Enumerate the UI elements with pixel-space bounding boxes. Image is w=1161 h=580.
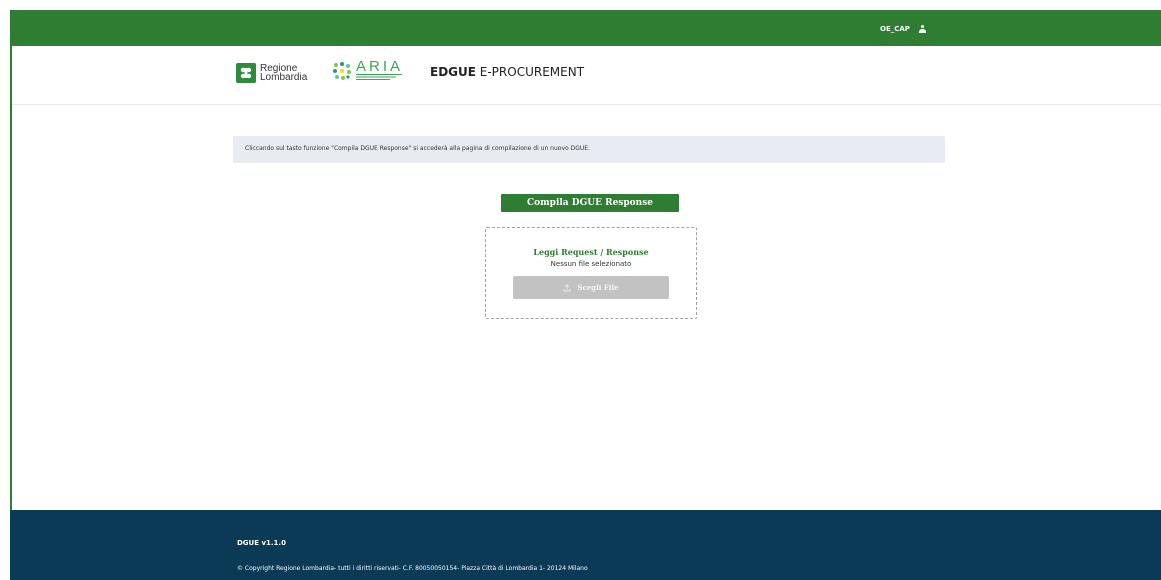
copyright-text: © Copyright Regione Lombardia- tutti i d…	[237, 565, 588, 572]
regione-lombardia-logo[interactable]: Regione Lombardia	[236, 63, 307, 83]
regione-lombardia-text: Regione Lombardia	[260, 64, 308, 83]
user-menu[interactable]: OE_CAP	[880, 22, 927, 36]
top-bar: OE_CAP	[10, 10, 1161, 46]
aria-word: ARIA	[356, 58, 404, 75]
upload-status: Nessun file selezionato	[550, 260, 632, 268]
regione-lombardia-mark-icon	[236, 63, 256, 83]
logo-line2: Lombardia	[260, 72, 308, 83]
user-icon	[918, 24, 927, 34]
aria-logo[interactable]: ARIA	[332, 58, 404, 81]
upload-title: Leggi Request / Response	[533, 247, 649, 257]
app-title-bold: EDGUE	[430, 65, 476, 79]
choose-file-label: Scegli File	[577, 283, 619, 292]
aria-subtitle-graphic	[356, 74, 403, 81]
compila-dgue-response-button[interactable]: Compila DGUE Response	[501, 194, 679, 212]
info-box: Cliccando sul tasto funzione "Compila DG…	[233, 136, 945, 163]
header: Regione Lombardia ARIA EDGUE E-PROCUREME…	[12, 46, 1161, 105]
username: OE_CAP	[880, 25, 910, 33]
file-upload-dropzone[interactable]: Leggi Request / Response Nessun file sel…	[485, 227, 697, 319]
footer: DGUE v1.1.0 © Copyright Regione Lombardi…	[10, 510, 1161, 580]
info-text: Cliccando sul tasto funzione "Compila DG…	[245, 145, 590, 152]
aria-dots-icon	[333, 61, 351, 80]
choose-file-button[interactable]: Scegli File	[513, 276, 669, 299]
app-title-rest: E-PROCUREMENT	[475, 65, 585, 79]
upload-icon	[564, 283, 571, 291]
app-title: EDGUE E-PROCUREMENT	[430, 65, 584, 79]
version-label: DGUE v1.1.0	[237, 539, 286, 547]
